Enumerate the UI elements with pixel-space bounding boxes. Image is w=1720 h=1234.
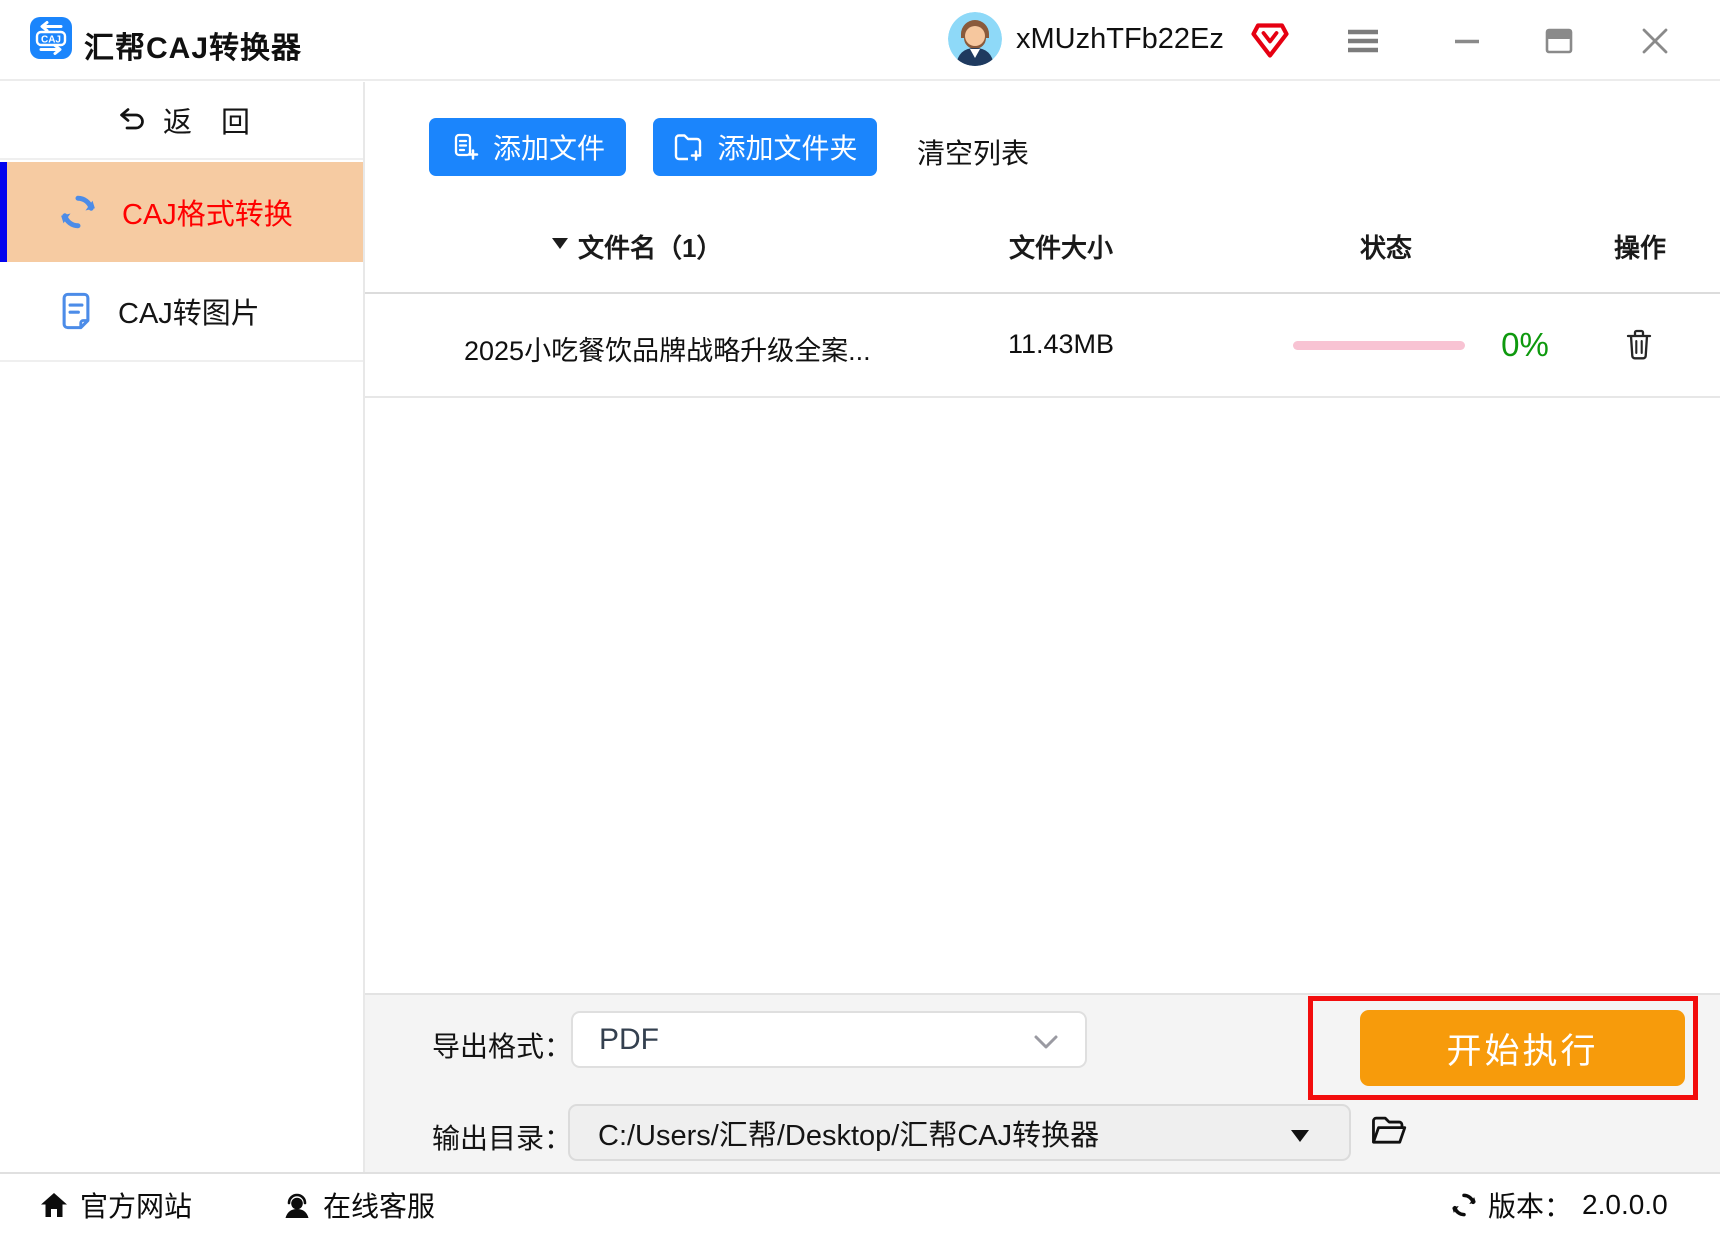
sidebar: 返 回 CAJ格式转换 CAJ转图片 [0,82,365,1172]
sidebar-item-label: CAJ格式转换 [122,199,293,231]
sidebar-item-caj-convert[interactable]: CAJ格式转换 [0,162,363,262]
version-refresh-icon [1452,1193,1476,1217]
column-header-filesize: 文件大小 [1008,233,1114,263]
file-name: 2025小吃餐饮品牌战略升级全案... [464,336,871,366]
row-divider [365,396,1720,398]
export-format-value: PDF [599,1022,659,1056]
column-header-filename[interactable]: 文件名（1） [578,228,722,265]
output-dir-label: 输出目录： [432,1123,573,1154]
svg-text:CAJ: CAJ [41,35,61,46]
sort-triangle-icon[interactable] [552,238,568,249]
maximize-button[interactable] [1544,27,1574,55]
version-info: 版本： 2.0.0.0 [1450,1174,1668,1234]
add-folder-label: 添加文件夹 [717,133,858,164]
status-bar: 官方网站 在线客服 版本： 2.0.0.0 [0,1172,1720,1234]
browse-folder-icon[interactable] [1369,1113,1407,1149]
sidebar-item-caj-to-image[interactable]: CAJ转图片 [0,262,363,362]
close-button[interactable] [1640,27,1670,55]
app-logo-icon: CAJ [30,17,72,59]
add-file-label: 添加文件 [492,133,605,164]
online-support-label: 在线客服 [323,1191,436,1222]
online-support-link[interactable]: 在线客服 [281,1174,435,1234]
dropdown-triangle-icon [1291,1130,1309,1142]
vip-badge-icon[interactable] [1250,22,1290,59]
column-header-action: 操作 [1613,233,1667,263]
back-button[interactable]: 返 回 [0,82,363,160]
home-icon [41,1193,67,1217]
avatar[interactable] [948,12,1002,66]
back-arrow-icon [120,108,144,130]
version-value: 2.0.0.0 [1582,1189,1668,1220]
official-website-link[interactable]: 官方网站 [38,1174,192,1234]
add-file-button[interactable]: 添加文件 [429,118,626,176]
document-image-icon [62,292,90,330]
file-size: 11.43MB [1007,329,1115,359]
add-file-icon [454,133,479,160]
menu-icon[interactable] [1346,27,1380,55]
export-format-select[interactable]: PDF [571,1011,1087,1068]
export-format-label: 导出格式： [432,1031,573,1062]
minimize-button[interactable] [1452,27,1482,55]
chevron-down-icon [1034,1035,1058,1049]
app-title: 汇帮CAJ转换器 [84,32,303,65]
title-bar: CAJ 汇帮CAJ转换器 xMUzhTFb22Ez [0,0,1720,81]
convert-refresh-icon [61,195,95,229]
version-label: 版本： [1488,1191,1573,1222]
clear-list-button[interactable]: 清空列表 [917,132,1029,172]
add-folder-icon [675,134,702,161]
username-label: xMUzhTFb22Ez [1016,23,1224,55]
delete-trash-icon[interactable] [1624,328,1654,361]
back-label: 返 回 [162,107,250,139]
progress-bar [1293,341,1465,350]
app-window: CAJ 汇帮CAJ转换器 xMUzhTFb22Ez 返 回 CAJ格式转换 CA… [0,0,1720,1234]
official-website-label: 官方网站 [80,1191,193,1222]
output-dir-value: C:/Users/汇帮/Desktop/汇帮CAJ转换器 [598,1119,1100,1152]
sidebar-item-label: CAJ转图片 [118,298,260,330]
progress-percent: 0% [1501,326,1549,363]
start-button[interactable]: 开始执行 [1360,1010,1685,1086]
add-folder-button[interactable]: 添加文件夹 [653,118,877,176]
output-dir-select[interactable]: C:/Users/汇帮/Desktop/汇帮CAJ转换器 [568,1104,1351,1161]
headset-person-icon [285,1193,309,1218]
header-divider [365,292,1720,294]
column-header-status: 状态 [1359,233,1413,263]
